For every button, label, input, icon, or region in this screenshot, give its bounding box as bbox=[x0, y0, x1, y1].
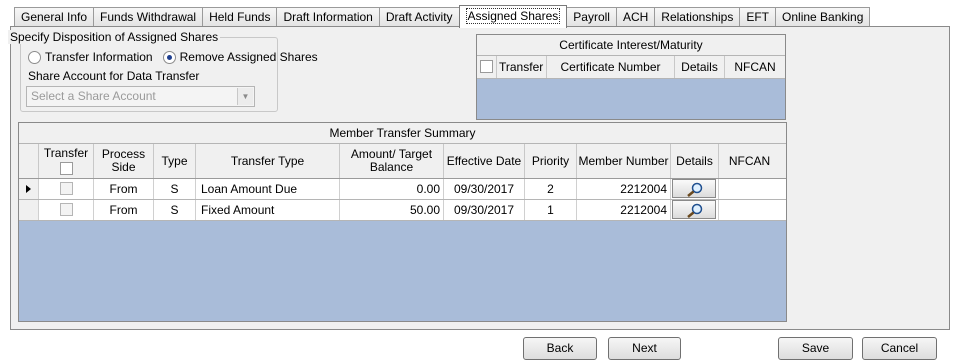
chevron-down-icon[interactable]: ▼ bbox=[237, 88, 253, 105]
tab-online-banking[interactable]: Online Banking bbox=[775, 7, 871, 27]
priority-cell: 2 bbox=[525, 179, 577, 199]
row-header-corner bbox=[19, 144, 39, 178]
col-effective-date[interactable]: Effective Date bbox=[444, 144, 525, 178]
details-cell bbox=[671, 200, 719, 220]
nfcan-cell bbox=[719, 179, 780, 199]
select-all-checkbox[interactable] bbox=[59, 162, 73, 175]
certificate-grid: Certificate Interest/Maturity Transfer C… bbox=[476, 34, 786, 120]
tab-funds-withdrawal[interactable]: Funds Withdrawal bbox=[93, 7, 204, 27]
magnifier-icon bbox=[687, 203, 703, 218]
process-side-cell: From bbox=[94, 179, 154, 199]
effective-date-cell: 09/30/2017 bbox=[444, 200, 525, 220]
next-button[interactable]: Next bbox=[608, 337, 681, 360]
col-transfer-type[interactable]: Transfer Type bbox=[196, 144, 340, 178]
row-header[interactable] bbox=[19, 200, 39, 220]
select-all-checkbox[interactable] bbox=[480, 59, 493, 73]
tab-strip: General Info Funds Withdrawal Held Funds… bbox=[14, 5, 871, 28]
nfcan-cell bbox=[719, 200, 780, 220]
save-button[interactable]: Save bbox=[778, 337, 853, 360]
select-all-cell bbox=[477, 56, 497, 78]
member-transfer-grid: Member Transfer Summary Transfer Process… bbox=[18, 122, 787, 322]
details-button[interactable] bbox=[672, 179, 716, 198]
transfer-type-cell: Loan Amount Due bbox=[196, 179, 340, 199]
type-cell: S bbox=[154, 200, 196, 220]
certificate-grid-header: Transfer Certificate Number Details NFCA… bbox=[477, 56, 785, 79]
process-side-cell: From bbox=[94, 200, 154, 220]
remove-assigned-shares-radio[interactable] bbox=[162, 50, 176, 64]
certificate-grid-caption: Certificate Interest/Maturity bbox=[477, 35, 785, 56]
back-button[interactable]: Back bbox=[523, 337, 597, 360]
tab-held-funds[interactable]: Held Funds bbox=[202, 7, 278, 27]
col-details[interactable]: Details bbox=[675, 56, 725, 78]
tab-label: General Info bbox=[21, 10, 88, 24]
tab-ach[interactable]: ACH bbox=[615, 7, 656, 27]
tab-label: Draft Information bbox=[283, 10, 373, 24]
col-member-number[interactable]: Member Number bbox=[577, 144, 671, 178]
transfer-checkbox[interactable] bbox=[59, 203, 73, 217]
col-details[interactable]: Details bbox=[671, 144, 719, 178]
table-row[interactable]: From S Loan Amount Due 0.00 09/30/2017 2… bbox=[19, 179, 786, 200]
remove-assigned-shares-label[interactable]: Remove Assigned Shares bbox=[180, 50, 318, 64]
tab-draft-information[interactable]: Draft Information bbox=[276, 7, 380, 27]
type-cell: S bbox=[154, 179, 196, 199]
member-number-cell: 2212004 bbox=[577, 200, 671, 220]
tab-relationships[interactable]: Relationships bbox=[654, 7, 741, 27]
col-type[interactable]: Type bbox=[154, 144, 196, 178]
tab-assigned-shares[interactable]: Assigned Shares bbox=[458, 5, 568, 28]
tab-label: Funds Withdrawal bbox=[100, 10, 197, 24]
row-header-selected[interactable] bbox=[19, 179, 39, 199]
member-transfer-caption: Member Transfer Summary bbox=[19, 123, 786, 144]
tab-label: Draft Activity bbox=[385, 10, 453, 24]
transfer-checkbox[interactable] bbox=[59, 182, 73, 196]
magnifier-icon bbox=[687, 182, 703, 197]
col-amount[interactable]: Amount/ Target Balance bbox=[340, 144, 444, 178]
details-cell bbox=[671, 179, 719, 199]
col-priority[interactable]: Priority bbox=[525, 144, 577, 178]
disposition-options: Transfer Information Remove Assigned Sha… bbox=[28, 50, 328, 64]
transfer-cell bbox=[39, 200, 94, 220]
disposition-title: Specify Disposition of Assigned Shares bbox=[8, 30, 221, 44]
col-transfer[interactable]: Transfer bbox=[39, 144, 94, 178]
priority-cell: 1 bbox=[525, 200, 577, 220]
col-process-side[interactable]: Process Side bbox=[94, 144, 154, 178]
effective-date-cell: 09/30/2017 bbox=[444, 179, 525, 199]
tab-label: Held Funds bbox=[209, 10, 271, 24]
share-account-placeholder: Select a Share Account bbox=[31, 89, 156, 103]
col-nfcan[interactable]: NFCAN bbox=[719, 144, 780, 178]
amount-cell: 0.00 bbox=[340, 179, 444, 199]
transfer-type-cell: Fixed Amount bbox=[196, 200, 340, 220]
col-transfer-label: Transfer bbox=[43, 146, 89, 160]
table-row[interactable]: From S Fixed Amount 50.00 09/30/2017 1 2… bbox=[19, 200, 786, 221]
tab-label: Payroll bbox=[573, 10, 610, 24]
tab-label: Online Banking bbox=[782, 10, 864, 24]
share-account-label: Share Account for Data Transfer bbox=[28, 69, 200, 83]
row-pointer-icon bbox=[26, 185, 31, 193]
tab-payroll[interactable]: Payroll bbox=[566, 7, 617, 27]
transfer-information-label[interactable]: Transfer Information bbox=[45, 50, 153, 64]
tab-label: Assigned Shares bbox=[465, 8, 561, 24]
tab-eft[interactable]: EFT bbox=[739, 7, 777, 27]
col-certificate-number[interactable]: Certificate Number bbox=[547, 56, 675, 78]
tab-label: Relationships bbox=[661, 10, 734, 24]
member-number-cell: 2212004 bbox=[577, 179, 671, 199]
transfer-information-radio[interactable] bbox=[28, 50, 41, 64]
amount-cell: 50.00 bbox=[340, 200, 444, 220]
tab-label: EFT bbox=[746, 10, 770, 24]
member-transfer-header: Transfer Process Side Type Transfer Type… bbox=[19, 144, 786, 179]
tab-draft-activity[interactable]: Draft Activity bbox=[378, 7, 460, 27]
share-account-select[interactable]: Select a Share Account ▼ bbox=[26, 86, 255, 107]
tab-label: ACH bbox=[622, 10, 649, 24]
transfer-cell bbox=[39, 179, 94, 199]
col-transfer[interactable]: Transfer bbox=[497, 56, 547, 78]
details-button[interactable] bbox=[672, 200, 716, 219]
col-nfcan[interactable]: NFCAN bbox=[725, 56, 785, 78]
cancel-button[interactable]: Cancel bbox=[862, 337, 937, 360]
tab-general-info[interactable]: General Info bbox=[14, 7, 95, 27]
